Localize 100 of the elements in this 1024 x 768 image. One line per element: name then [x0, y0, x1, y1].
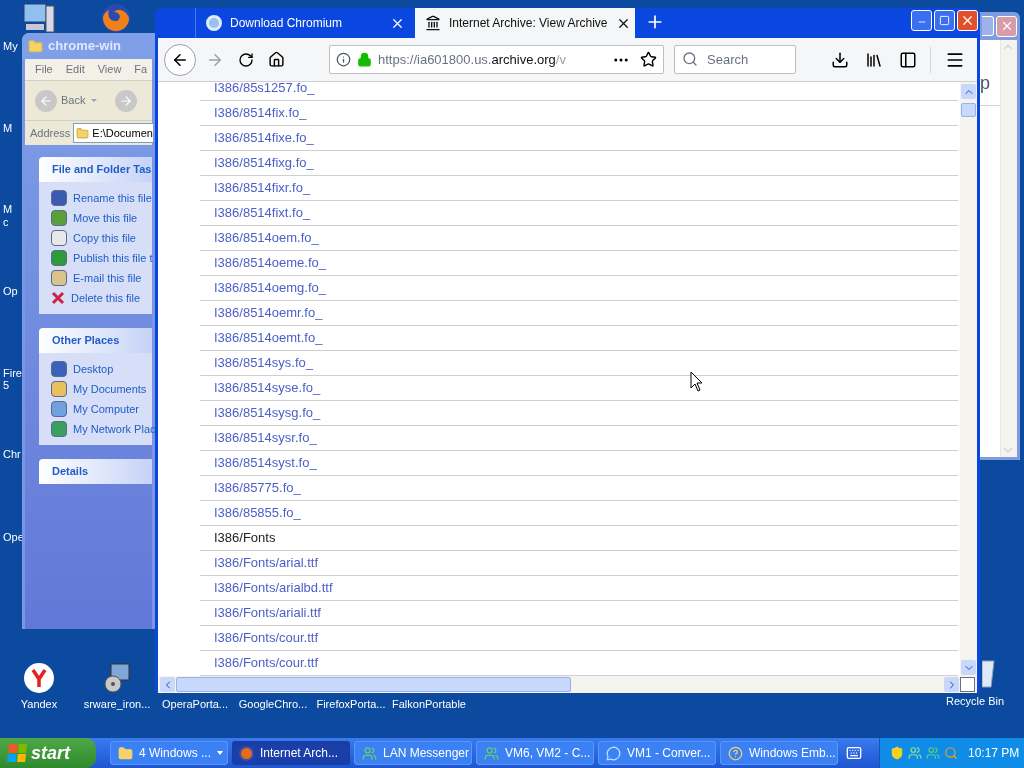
library-icon[interactable] [865, 50, 883, 69]
minimize-button[interactable] [911, 10, 932, 31]
trash-icon[interactable] [982, 657, 996, 689]
task-link[interactable]: Rename this file [73, 189, 152, 207]
panel-title[interactable]: Other Places [52, 332, 120, 349]
desktop-icon [51, 361, 67, 377]
file-link[interactable]: I386/8514oemr.fo_ [214, 303, 323, 323]
menu-item[interactable]: Fa [134, 61, 148, 78]
scroll-left-button[interactable] [160, 677, 175, 692]
task-link[interactable]: Copy this file [73, 229, 136, 247]
firefox-icon[interactable] [100, 2, 133, 33]
task-link[interactable]: Delete this file [71, 289, 141, 307]
file-link[interactable]: I386/8514oemt.fo_ [214, 328, 323, 348]
file-link[interactable]: I386/8514syse.fo_ [214, 378, 321, 398]
search-field[interactable]: Search [674, 45, 796, 74]
menu-item[interactable]: File [35, 61, 53, 78]
task-link[interactable]: My Documents [73, 380, 147, 398]
file-link[interactable]: I386/85855.fo_ [214, 503, 301, 523]
task-link[interactable]: Publish this file t [73, 249, 153, 267]
address-field[interactable]: E:\Documen [73, 123, 154, 143]
scroll-up-button[interactable] [961, 84, 976, 99]
sidebar-icon[interactable] [899, 50, 917, 69]
url-field[interactable]: https://ia601800.us.archive.org/v [329, 45, 664, 74]
file-link[interactable]: I386/8514fix.fo_ [214, 103, 307, 123]
file-link[interactable]: I386/85775.fo_ [214, 478, 301, 498]
home-button[interactable] [268, 51, 285, 68]
desktop-icon-label: c [3, 216, 9, 229]
file-link[interactable]: I386/8514fixg.fo_ [214, 153, 314, 173]
keyboard-icon[interactable] [846, 745, 862, 761]
file-link[interactable]: I386/8514sys.fo_ [214, 353, 314, 373]
taskbar-button[interactable]: VM6, VM2 - C... [476, 741, 594, 765]
desktop-icon-label[interactable]: FirefoxPorta... [316, 698, 386, 711]
close-button[interactable] [996, 15, 1017, 37]
file-link[interactable]: I386/85s1257.fo_ [214, 82, 315, 98]
maximize-button[interactable] [982, 16, 994, 36]
menu-item[interactable]: View [97, 61, 122, 78]
file-link[interactable]: I386/8514fixr.fo_ [214, 178, 311, 198]
file-link[interactable]: I386/8514sysr.fo_ [214, 428, 317, 448]
taskbar-button[interactable]: LAN Messenger [354, 741, 472, 765]
file-link[interactable]: I386/8514oeme.fo_ [214, 253, 327, 273]
desktop-icon-label: My [3, 40, 18, 53]
search-icon [682, 51, 698, 67]
file-link[interactable]: I386/8514oemg.fo_ [214, 278, 327, 298]
file-link[interactable]: I386/Fonts/arialbd.ttf [214, 578, 333, 598]
taskbar-button[interactable]: 4 Windows ... [110, 741, 228, 765]
download-icon[interactable] [831, 50, 849, 69]
vertical-scrollbar[interactable] [960, 82, 977, 676]
shield-icon[interactable] [890, 746, 904, 760]
panel-title[interactable]: Details [52, 463, 89, 480]
bookmark-icon[interactable] [640, 51, 657, 68]
task-link[interactable]: My Network Plac [73, 420, 155, 438]
taskbar-button[interactable]: Internet Arch... [232, 741, 350, 765]
desktop-icon-label[interactable]: GoogleChro... [238, 698, 308, 711]
desktop-icon-label[interactable]: Recycle Bin [946, 695, 1005, 708]
desktop-icon-label[interactable]: srware_iron... [83, 698, 151, 711]
file-link[interactable]: I386/8514syst.fo_ [214, 453, 317, 473]
taskbar-button[interactable]: VM1 - Conver... [598, 741, 716, 765]
browser-tab[interactable]: Internet Archive: View Archive [415, 8, 635, 38]
scroll-right-button[interactable] [944, 677, 959, 692]
address-label: Address [30, 125, 71, 141]
desktop-icon-label[interactable]: OperaPorta... [161, 698, 228, 711]
file-link[interactable]: I386/Fonts/cour.ttf [214, 628, 319, 648]
close-icon [960, 13, 975, 28]
horizontal-scrollbar[interactable] [158, 676, 977, 693]
desktop-icon-label[interactable]: Yandex [20, 698, 58, 711]
file-link[interactable]: I386/Fonts/cour.ttf [214, 653, 319, 673]
file-link[interactable]: I386/Fonts/arial.ttf [214, 553, 319, 573]
start-button[interactable]: start [0, 738, 96, 768]
maximize-icon [939, 15, 950, 26]
file-link[interactable]: I386/8514fixe.fo_ [214, 128, 314, 148]
scroll-thumb[interactable] [176, 677, 571, 692]
yandex-icon [23, 662, 55, 694]
computer-icon[interactable] [22, 2, 56, 33]
mail-icon [51, 270, 67, 286]
people-icon[interactable] [926, 746, 940, 760]
file-link[interactable]: I386/8514fixt.fo_ [214, 203, 311, 223]
scroll-thumb[interactable] [961, 103, 976, 117]
menu-item[interactable]: Edit [65, 61, 85, 78]
file-link[interactable]: I386/8514oem.fo_ [214, 228, 319, 248]
desktop-icon-label: 5 [3, 379, 10, 392]
task-link[interactable]: E-mail this file [73, 269, 142, 287]
people-icon[interactable] [908, 746, 922, 760]
desktop-icon-label[interactable]: FalkonPortable [392, 698, 466, 711]
desktop-icon-label: Op [3, 285, 18, 298]
panel-title[interactable]: File and Folder Tas [52, 161, 152, 178]
task-link[interactable]: Move this file [73, 209, 138, 227]
reload-button[interactable] [238, 51, 254, 68]
archive-icon [425, 15, 441, 31]
file-link[interactable]: I386/8514sysg.fo_ [214, 403, 321, 423]
task-link[interactable]: Desktop [73, 360, 114, 378]
taskbar-button[interactable]: Windows Emb... [720, 741, 838, 765]
file-link[interactable]: I386/Fonts/ariali.ttf [214, 603, 321, 623]
copy-icon [51, 230, 67, 246]
back-button[interactable] [164, 43, 196, 76]
task-link[interactable]: My Computer [73, 400, 140, 418]
back-button[interactable]: Back [35, 89, 86, 112]
chromium-icon [206, 15, 222, 31]
close-button[interactable] [957, 10, 978, 31]
maximize-button[interactable] [934, 10, 955, 31]
scroll-down-button[interactable] [961, 660, 976, 675]
